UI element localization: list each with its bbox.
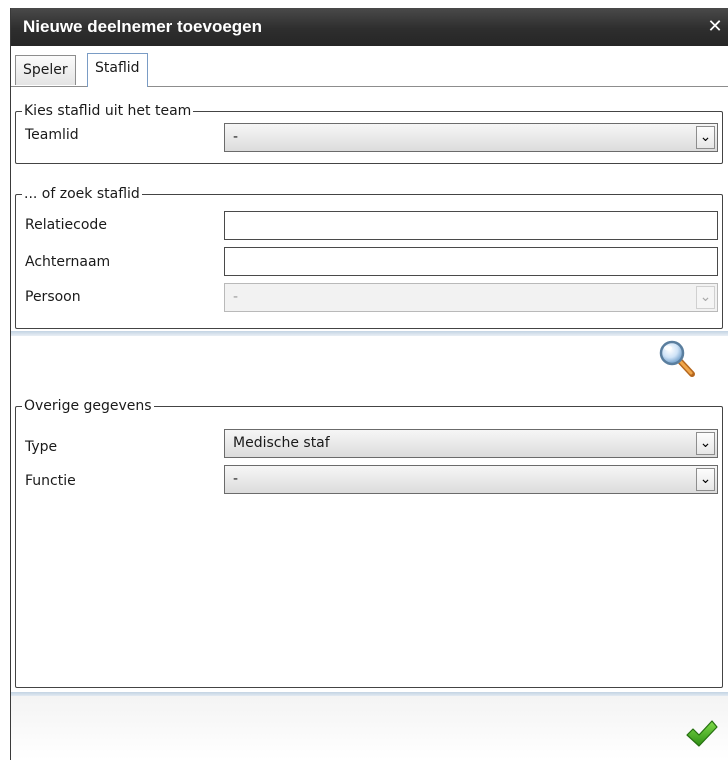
group-team-legend: Kies staflid uit het team [22,102,194,120]
relatiecode-input[interactable] [224,211,718,240]
persoon-label: Persoon [25,289,81,305]
achternaam-label: Achternaam [25,254,111,270]
teamlid-select[interactable]: - ⌄ [224,123,718,152]
chevron-down-icon[interactable]: ⌄ [696,468,715,491]
functie-select[interactable]: - ⌄ [224,465,718,494]
checkmark-icon [686,720,718,747]
group-other-legend: Overige gegevens [22,397,154,415]
type-select[interactable]: Medische staf ⌄ [224,429,718,458]
add-participant-dialog: Nieuwe deelnemer toevoegen ✕ Speler Staf… [10,8,728,760]
chevron-down-icon[interactable]: ⌄ [696,126,715,149]
type-label: Type [25,439,58,455]
chevron-down-icon[interactable]: ⌄ [696,432,715,455]
section-separator [11,331,728,336]
relatiecode-label: Relatiecode [25,217,107,233]
teamlid-value: - [233,129,239,145]
teamlid-label: Teamlid [25,127,79,143]
close-icon[interactable]: ✕ [705,17,725,37]
group-search: ... of zoek staflid Relatiecode Achterna… [15,185,723,329]
group-team: Kies staflid uit het team Teamlid - ⌄ [15,102,723,164]
confirm-button[interactable] [685,719,719,749]
dialog-titlebar: Nieuwe deelnemer toevoegen ✕ [11,8,728,46]
group-other: Overige gegevens Type Medische staf ⌄ Fu… [15,397,723,688]
dialog-footer [11,696,728,760]
functie-value: - [233,471,239,487]
functie-label: Functie [25,473,76,489]
magnifier-icon [659,340,695,377]
chevron-down-icon: ⌄ [696,286,715,309]
persoon-select: - ⌄ [224,283,718,312]
search-button[interactable] [657,338,697,378]
achternaam-input[interactable] [224,247,718,276]
type-value: Medische staf [233,435,330,451]
group-search-legend: ... of zoek staflid [22,185,142,203]
tab-staflid[interactable]: Staflid [87,53,148,87]
tab-content-staflid: Kies staflid uit het team Teamlid - ⌄ ..… [11,86,728,332]
persoon-value: - [233,289,239,305]
dialog-title: Nieuwe deelnemer toevoegen [23,17,263,36]
tab-speler[interactable]: Speler [15,55,76,85]
